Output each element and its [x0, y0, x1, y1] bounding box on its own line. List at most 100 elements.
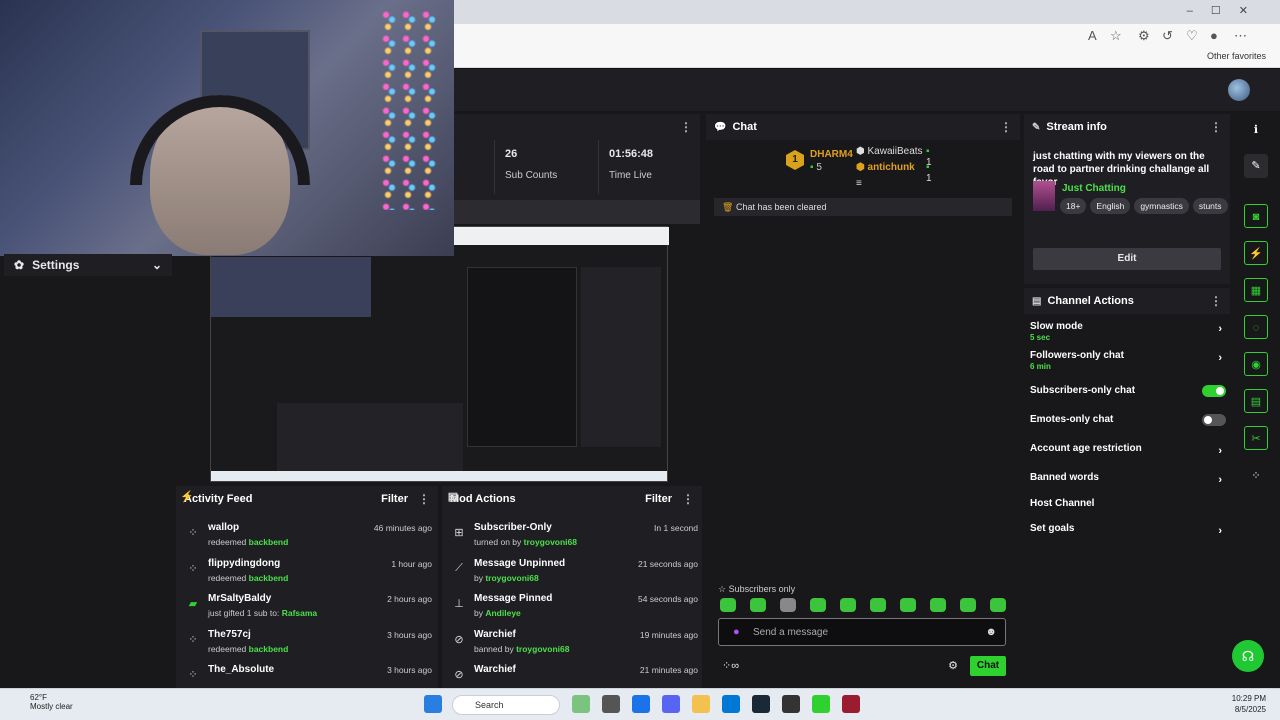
list-item[interactable]: ⊥ Message Pinned by Andileye 54 seconds …	[448, 593, 698, 629]
tag[interactable]: English	[1090, 198, 1131, 214]
heart-icon[interactable]: ♡	[1186, 28, 1198, 44]
steam-icon[interactable]	[752, 695, 770, 713]
document-icon[interactable]: ▦	[1244, 278, 1268, 302]
tag[interactable]: stunts	[1192, 198, 1228, 214]
emoji-icon[interactable]: ☻	[985, 626, 997, 638]
chat-message-input[interactable]: ● Send a message ☻	[718, 618, 1006, 646]
webcam-feed	[0, 0, 454, 256]
other-favorites[interactable]: Other favorites	[1207, 51, 1266, 61]
chevron-down-icon[interactable]: ⌄	[152, 258, 162, 272]
subscribers-only-toggle[interactable]	[1202, 385, 1226, 397]
points-icon[interactable]: ⁘∞	[722, 659, 739, 672]
points-icon: ⁘	[188, 563, 198, 575]
extensions-icon[interactable]: ⚙	[1138, 28, 1150, 44]
settings-bar[interactable]: ✿ Settings ⌄	[4, 254, 172, 276]
feed-user: The_Absolute	[208, 664, 275, 675]
emote-icon[interactable]	[930, 598, 946, 612]
emote-icon[interactable]	[840, 598, 856, 612]
emotes-only-toggle[interactable]	[1202, 414, 1226, 426]
chat-bubble-icon: 💬	[714, 121, 727, 133]
read-aloud-icon[interactable]: A	[1088, 28, 1097, 43]
edge-icon[interactable]	[632, 695, 650, 713]
filter-button[interactable]: Filter	[645, 493, 672, 505]
chevron-right-icon[interactable]: ›	[1218, 525, 1222, 537]
emote-icon[interactable]	[870, 598, 886, 612]
followers-only-item[interactable]: Followers-only chat 6 min ›	[1030, 350, 1226, 371]
points-icon[interactable]: ⁘	[1244, 464, 1268, 488]
info-icon[interactable]: ℹ	[1244, 118, 1268, 142]
set-goals-item[interactable]: Set goals ›	[1030, 523, 1226, 537]
list-item[interactable]: ⟋ Message Unpinned by troygovoni68 21 se…	[448, 558, 698, 594]
list-item[interactable]: ⊘ Warchief banned by troygovoni68 19 min…	[448, 629, 698, 665]
chevron-right-icon[interactable]: ›	[1218, 445, 1222, 457]
slow-mode-item[interactable]: Slow mode 5 sec ›	[1030, 321, 1226, 342]
emote-bar	[720, 598, 1006, 612]
chat-settings-icon[interactable]: ⚙	[948, 659, 958, 672]
channel-actions-header: Channel Actions	[1047, 295, 1134, 307]
store-icon[interactable]	[722, 695, 740, 713]
ban-icon: ⊘	[454, 669, 464, 681]
tool-icon[interactable]: ✂	[1244, 426, 1268, 450]
filter-button[interactable]: Filter	[381, 493, 408, 505]
emote-icon[interactable]	[990, 598, 1006, 612]
list-item[interactable]: ⁘ The757cj redeemed backbend 3 hours ago	[182, 629, 432, 665]
chevron-right-icon[interactable]: ›	[1218, 352, 1222, 364]
sub-count-value: 26	[505, 148, 518, 160]
feed-desc-highlight: backbend	[248, 644, 289, 654]
message-icon[interactable]: ◌	[1244, 315, 1268, 339]
app-icon[interactable]	[572, 695, 590, 713]
app-icon[interactable]	[842, 695, 860, 713]
lightning-icon[interactable]: ⚡	[1244, 241, 1268, 265]
channel-actions-menu-icon[interactable]: ⋮	[1210, 294, 1222, 308]
emote-icon[interactable]	[900, 598, 916, 612]
chat-send-button[interactable]: Chat	[970, 656, 1006, 676]
host-channel-item[interactable]: Host Channel	[1030, 498, 1226, 509]
tag[interactable]: 18+	[1060, 198, 1087, 214]
history-icon[interactable]: ↺	[1162, 28, 1173, 44]
emote-icon[interactable]	[720, 598, 736, 612]
user-avatar[interactable]	[1228, 79, 1250, 101]
stream-category[interactable]: Just Chatting	[1062, 183, 1126, 194]
stream-info-menu-icon[interactable]: ⋮	[1210, 120, 1222, 134]
banned-words-item[interactable]: Banned words ›	[1030, 472, 1226, 486]
list-item[interactable]: ⁘ flippydingdong redeemed backbend 1 hou…	[182, 558, 432, 594]
window-controls[interactable]: –☐✕	[1187, 4, 1266, 17]
more-icon[interactable]: ⋯	[1234, 28, 1247, 44]
taskbar-search[interactable]: Search	[452, 695, 560, 715]
favorite-star-icon[interactable]: ☆	[1110, 28, 1122, 44]
edit-button[interactable]: Edit	[1033, 248, 1221, 270]
folder-icon[interactable]	[692, 695, 710, 713]
app-icon[interactable]	[782, 695, 800, 713]
list-item[interactable]: ▰ MrSaltyBaldy just gifted 1 sub to: Raf…	[182, 593, 432, 629]
layout-icon[interactable]: ▤	[1244, 389, 1268, 413]
broadcast-icon[interactable]: ◉	[1244, 352, 1268, 376]
emote-icon[interactable]	[750, 598, 766, 612]
time-live-value: 01:56:48	[609, 148, 654, 160]
start-icon[interactable]	[424, 695, 442, 713]
emote-icon[interactable]	[810, 598, 826, 612]
chat-menu-icon[interactable]: ⋮	[1000, 120, 1012, 134]
discord-icon[interactable]	[662, 695, 680, 713]
list-item[interactable]: ⁘ wallop redeemed backbend 46 minutes ag…	[182, 522, 432, 558]
stats-menu-icon[interactable]: ⋮	[680, 120, 692, 134]
support-button[interactable]: ☊	[1232, 640, 1264, 672]
profile-icon[interactable]: ●	[1210, 28, 1218, 43]
weather-widget[interactable]: 62°F Mostly clear	[14, 693, 73, 711]
account-age-item[interactable]: Account age restriction ›	[1030, 443, 1226, 457]
system-clock[interactable]: 10:29 PM 8/5/2025	[1232, 693, 1266, 715]
pencil-icon[interactable]: ✎	[1244, 154, 1268, 178]
emote-icon[interactable]	[780, 598, 796, 612]
chevron-right-icon[interactable]: ›	[1218, 323, 1222, 335]
emote-icon[interactable]	[960, 598, 976, 612]
expand-leaderboard-icon[interactable]: ≡	[856, 178, 862, 189]
microphone-icon[interactable]: ●	[733, 626, 740, 638]
list-item[interactable]: ⊞ Subscriber-Only turned on by troygovon…	[448, 522, 698, 558]
activity-menu-icon[interactable]: ⋮	[418, 492, 430, 506]
activity-feed-title: Activity Feed	[184, 493, 253, 505]
mod-menu-icon[interactable]: ⋮	[682, 492, 694, 506]
chevron-right-icon[interactable]: ›	[1218, 474, 1222, 486]
app-icon[interactable]	[602, 695, 620, 713]
camera-icon[interactable]: ◙	[1244, 204, 1268, 228]
app-icon[interactable]	[812, 695, 830, 713]
tag[interactable]: gymnastics	[1134, 198, 1189, 214]
